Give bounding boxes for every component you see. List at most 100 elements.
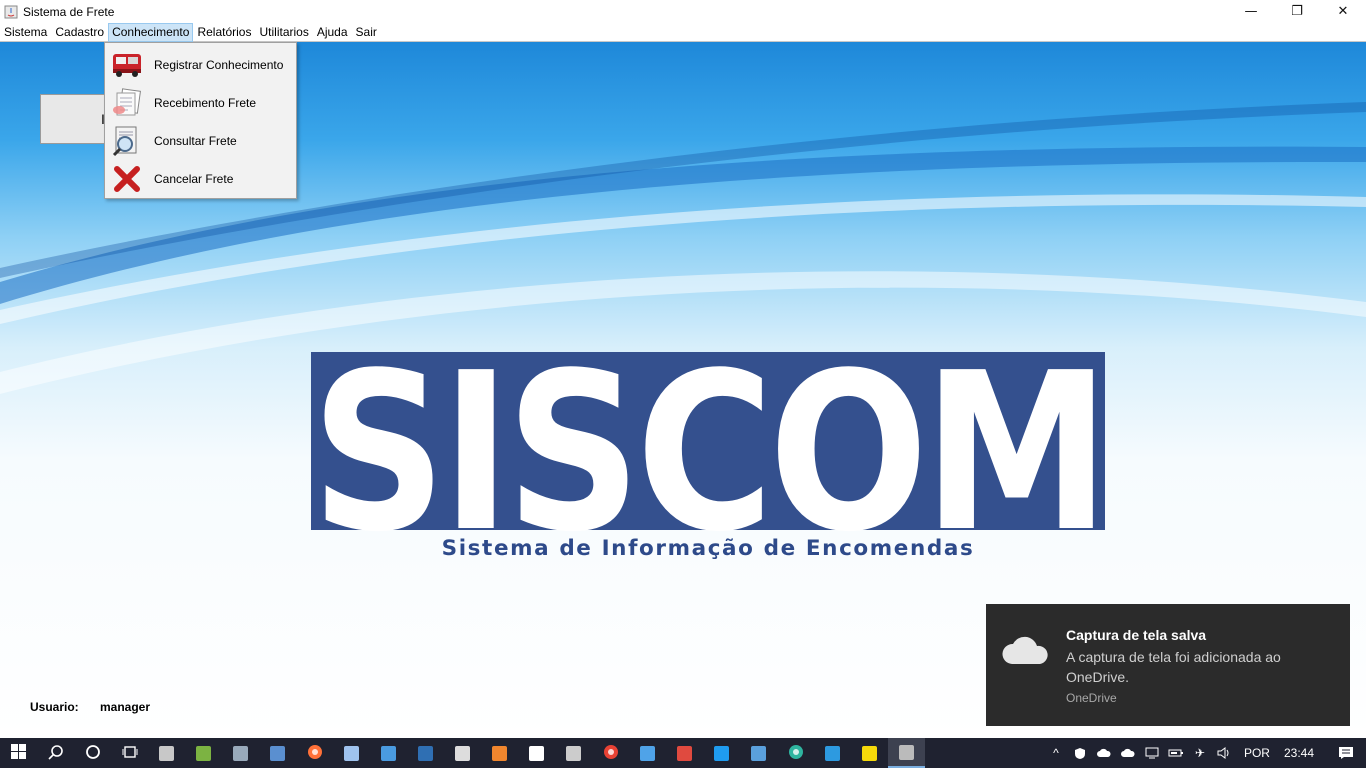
window-controls: — ❐ ✕ <box>1228 0 1366 23</box>
cloud-tray-icon[interactable] <box>1116 738 1140 768</box>
menu-conhecimento[interactable]: Conhecimento <box>108 22 194 42</box>
system-tray: ^ ✈ POR 23:44 <box>1044 738 1366 768</box>
menu-ajuda[interactable]: Ajuda <box>313 23 352 42</box>
taskbar-item-task-view[interactable] <box>111 738 148 768</box>
user-value: manager <box>100 700 151 714</box>
app-icon-14 <box>640 745 655 761</box>
menu-item-label: Recebimento Frete <box>154 96 257 110</box>
menu-item-label: Registrar Conhecimento <box>154 58 284 72</box>
menu-utilitarios[interactable]: Utilitarios <box>255 23 312 42</box>
toast-body: A captura de tela foi adicionada ao OneD… <box>1066 649 1281 685</box>
app-icon-15 <box>677 745 692 761</box>
menu-item-cancelar-frete[interactable]: Cancelar Frete <box>105 160 296 198</box>
cmd-icon <box>566 745 581 761</box>
taskbar-item-mysql-workbench[interactable] <box>407 738 444 768</box>
menu-item-label: Consultar Frete <box>154 134 237 148</box>
sticky-notes-icon <box>862 745 877 761</box>
taskbar-item-app-icon-7[interactable] <box>370 738 407 768</box>
close-button[interactable]: ✕ <box>1320 0 1366 23</box>
cortana-icon <box>85 744 101 763</box>
close-icon: ✕ <box>1337 4 1349 19</box>
partially-hidden-button[interactable]: I <box>40 94 110 144</box>
app-icon-3 <box>233 745 248 761</box>
battery-icon[interactable] <box>1164 738 1188 768</box>
menu-item-consultar-frete[interactable]: Consultar Frete <box>105 122 296 160</box>
conhecimento-dropdown: Registrar Conhecimento Recebimento Frete… <box>104 42 297 199</box>
task-view-icon <box>122 745 138 762</box>
taskbar-item-app-icon-15[interactable] <box>666 738 703 768</box>
shield-icon[interactable] <box>1068 738 1092 768</box>
airplane-mode-icon[interactable]: ✈ <box>1188 738 1212 768</box>
taskbar-item-app-icon-17[interactable] <box>740 738 777 768</box>
onedrive-tray-icon[interactable] <box>1092 738 1116 768</box>
start-icon <box>11 744 26 762</box>
menu-relatorios[interactable]: Relatórios <box>193 23 255 42</box>
tray-chevron-icon[interactable]: ^ <box>1044 738 1068 768</box>
virtualbox-icon <box>344 745 359 761</box>
menu-item-label: Cancelar Frete <box>154 172 234 186</box>
app-icon-7 <box>381 745 396 761</box>
app-icon-4 <box>270 745 285 761</box>
documents-icon <box>110 86 144 120</box>
title-bar: Sistema de Frete — ❐ ✕ <box>0 0 1366 23</box>
taskbar-item-app-icon-11[interactable] <box>518 738 555 768</box>
user-label: Usuario: <box>30 700 79 714</box>
taskbar-item-cmd[interactable] <box>555 738 592 768</box>
onedrive-cloud-icon <box>1000 634 1052 671</box>
taskbar-item-search[interactable] <box>37 738 74 768</box>
taskbar-item-chrome[interactable] <box>592 738 629 768</box>
sublime-icon <box>492 745 507 761</box>
display-icon[interactable] <box>1140 738 1164 768</box>
taskbar-item-ie[interactable] <box>814 738 851 768</box>
taskbar-item-java-app[interactable] <box>888 738 925 768</box>
taskbar-item-app-icon-4[interactable] <box>259 738 296 768</box>
taskbar-item-firefox[interactable] <box>296 738 333 768</box>
menu-sistema[interactable]: Sistema <box>0 23 51 42</box>
truck-icon <box>110 48 144 82</box>
taskbar-item-vscode[interactable] <box>703 738 740 768</box>
speaker-icon[interactable] <box>1212 738 1236 768</box>
taskbar-item-app-icon-9[interactable] <box>444 738 481 768</box>
clock-time[interactable]: 23:44 <box>1284 746 1314 760</box>
toast-title: Captura de tela salva <box>1066 627 1207 643</box>
menu-cadastro[interactable]: Cadastro <box>51 23 108 42</box>
taskbar-item-app-icon-14[interactable] <box>629 738 666 768</box>
maximize-icon: ❐ <box>1291 4 1303 19</box>
taskbar-item-cortana[interactable] <box>74 738 111 768</box>
mysql-workbench-icon <box>418 745 433 761</box>
java-app-icon <box>899 744 914 760</box>
toast-source: OneDrive <box>1066 691 1117 705</box>
notification-center-icon[interactable] <box>1326 738 1366 768</box>
taskbar-item-app-icon-1[interactable] <box>148 738 185 768</box>
taskbar-item-sublime[interactable] <box>481 738 518 768</box>
edge-icon <box>788 744 804 763</box>
taskbar-item-app-icon-3[interactable] <box>222 738 259 768</box>
java-app-icon <box>3 4 19 20</box>
taskbar-item-android-studio[interactable] <box>185 738 222 768</box>
ie-icon <box>825 745 840 761</box>
app-icon-17 <box>751 745 766 761</box>
minimize-button[interactable]: — <box>1228 0 1274 23</box>
firefox-icon <box>307 744 323 763</box>
taskbar-item-start[interactable] <box>0 738 37 768</box>
logo-subtitle: Sistema de Informação de Encomendas <box>441 536 975 561</box>
taskbar: ^ ✈ POR 23:44 <box>0 738 1366 768</box>
app-icon-1 <box>159 745 174 761</box>
red-x-icon <box>110 162 144 196</box>
vscode-icon <box>714 745 729 761</box>
taskbar-item-edge[interactable] <box>777 738 814 768</box>
search-icon <box>47 744 64 763</box>
app-icon-11 <box>529 745 544 761</box>
taskbar-icons <box>0 738 925 768</box>
input-language[interactable]: POR <box>1244 746 1270 760</box>
menu-item-registrar-conhecimento[interactable]: Registrar Conhecimento <box>105 46 296 84</box>
minimize-icon: — <box>1244 4 1258 19</box>
menu-sair[interactable]: Sair <box>352 23 381 42</box>
app-icon-9 <box>455 745 470 761</box>
menu-bar: Sistema Cadastro Conhecimento Relatórios… <box>0 22 1366 42</box>
taskbar-item-virtualbox[interactable] <box>333 738 370 768</box>
taskbar-item-sticky-notes[interactable] <box>851 738 888 768</box>
toast-notification[interactable]: Captura de tela salva A captura de tela … <box>986 604 1350 726</box>
menu-item-recebimento-frete[interactable]: Recebimento Frete <box>105 84 296 122</box>
maximize-button[interactable]: ❐ <box>1274 0 1320 23</box>
